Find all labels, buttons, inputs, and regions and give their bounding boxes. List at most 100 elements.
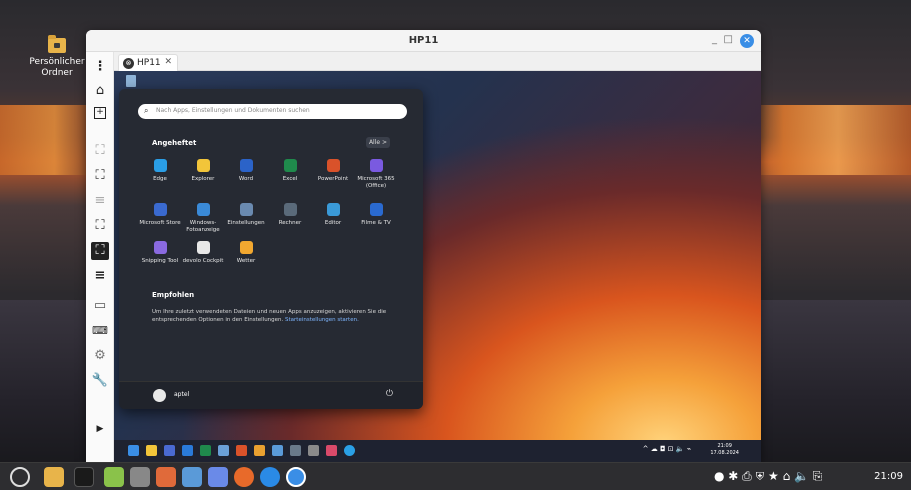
app-icon [153,203,167,216]
window-icon[interactable]: + [94,107,106,119]
window-titlebar[interactable]: HP11 _ □ ✕ [86,30,761,52]
app-tile[interactable]: Editor [310,203,356,227]
edge-icon[interactable] [260,467,280,487]
app-tile[interactable]: Edge [137,159,183,183]
calculator-icon[interactable] [290,445,301,456]
notes-icon[interactable] [104,467,124,487]
photos-icon[interactable] [308,445,319,456]
search-input[interactable]: ⌕ Nach Apps, Einstellungen und Dokumente… [138,104,407,119]
mail-icon[interactable] [164,445,175,456]
app-label: Microsoft 365 (Office) [357,176,395,189]
app-tile[interactable]: Einstellungen [223,203,269,227]
host-tray-icons[interactable]: ● ✱ ⎙ ⛨ ★ ⌂ 🔈 ⎘ [714,469,822,484]
app-tile[interactable]: Word [223,159,269,183]
active-fit-icon[interactable]: ⛶ [91,242,109,260]
app-label: Word [238,176,254,182]
maximize-button[interactable]: □ [724,34,733,45]
all-apps-button[interactable]: Alle > [366,137,390,148]
wrench-icon[interactable]: 🔧 [91,372,109,390]
app-icon [196,203,210,216]
powerpoint-icon[interactable] [236,445,247,456]
search-icon: ⌕ [144,106,149,115]
fullscreen-icon[interactable]: ⛶ [91,167,109,185]
maps-icon[interactable] [272,445,283,456]
store-icon[interactable] [326,445,337,456]
keyboard-icon[interactable]: ⌨ [91,322,109,340]
screenshot-icon[interactable] [182,467,202,487]
search-placeholder: Nach Apps, Einstellungen und Dokumenten … [156,107,310,114]
app-icon [153,159,167,172]
home-icon[interactable]: ⌂ [91,82,109,100]
user-name[interactable]: aptel [174,391,189,398]
app-icon[interactable] [130,467,150,487]
app-tile[interactable]: Snipping Tool [137,241,183,265]
tab-hp11[interactable]: ⊗ HP11 ✕ [118,54,178,71]
tab-label: HP11 [137,58,161,68]
avatar[interactable] [153,389,166,402]
app-icon [369,203,383,216]
excel-icon[interactable] [200,445,211,456]
app-label: Editor [324,220,342,226]
terminal-icon[interactable] [74,467,94,487]
app-tile[interactable]: Windows-Fotoanzeige [180,203,226,234]
fit-icon[interactable]: ⛶ [91,217,109,235]
app-tile[interactable]: Excel [267,159,313,183]
start-settings-link[interactable]: Starteinstellungen starten. [285,317,359,323]
folder-icon [48,35,66,53]
more-icon[interactable]: ⋮ [91,58,109,76]
remote-desktop[interactable]: ⌕ Nach Apps, Einstellungen und Dokumente… [114,71,761,462]
word-icon[interactable] [182,445,193,456]
start-footer: aptel ⏻ [119,381,423,409]
app-label: Microsoft Store [139,220,181,226]
power-icon[interactable]: ⏻ [386,389,393,399]
app-tile[interactable]: Microsoft 365 (Office) [353,159,399,190]
tab-close-icon[interactable]: ✕ [164,57,172,67]
app-tile[interactable]: PowerPoint [310,159,356,183]
screenshot-icon[interactable]: ⛶ [91,142,109,160]
minimize-button[interactable]: _ [712,34,717,45]
vlc-icon[interactable] [254,445,265,456]
tab-bar: ⊗ HP11 ✕ [114,52,761,71]
host-taskbar: ● ✱ ⎙ ⛨ ★ ⌂ 🔈 ⎘ 21:09 [0,462,911,490]
app-tile[interactable]: Wetter [223,241,269,265]
app-icon [283,159,297,172]
app-icon [153,241,167,254]
windows-start-icon[interactable] [128,445,139,456]
desktop-home-folder[interactable]: Persönlicher Ordner [28,35,86,79]
app-tile[interactable]: Microsoft Store [137,203,183,227]
files-icon[interactable] [44,467,64,487]
app-icon[interactable] [218,445,229,456]
remote-clock[interactable]: 21:09 17.08.2024 [710,443,739,457]
host-clock[interactable]: 21:09 [874,471,903,482]
multiwindow-icon[interactable]: ▭ [91,297,109,315]
app-tile[interactable]: Explorer [180,159,226,183]
media-icon[interactable] [234,467,254,487]
list-icon[interactable]: ≡ [91,192,109,210]
expand-icon[interactable]: ▶ [91,420,109,438]
app-tile[interactable]: devolo Cockpit [180,241,226,265]
close-button[interactable]: ✕ [740,34,754,48]
recycle-bin-icon[interactable] [126,75,136,87]
remote-viewer-icon[interactable] [286,467,306,487]
settings-icon[interactable]: ⚙ [91,347,109,365]
firefox-icon[interactable] [156,467,176,487]
start-menu: ⌕ Nach Apps, Einstellungen und Dokumente… [119,89,423,409]
app-icon [369,159,383,172]
app-label: Excel [282,176,298,182]
desktop-icon-label: Persönlicher Ordner [29,57,85,78]
menu-icon[interactable]: ≡ [91,267,109,285]
image-viewer-icon[interactable] [208,467,228,487]
menu-icon[interactable] [10,467,30,487]
app-tile[interactable]: Rechner [267,203,313,227]
app-label: Filme & TV [361,220,391,226]
edge-icon[interactable] [344,445,355,456]
app-icon [239,159,253,172]
app-label: Einstellungen [227,220,265,226]
app-label: Explorer [191,176,215,182]
remote-taskbar: ^ ☁ ◘ ⊡ 🔈 ⌁ 21:09 17.08.2024 [114,440,761,462]
remote-tray-icons[interactable]: ^ ☁ ◘ ⊡ 🔈 ⌁ [643,445,691,453]
explorer-icon[interactable] [146,445,157,456]
app-label: PowerPoint [317,176,349,182]
app-tile[interactable]: Filme & TV [353,203,399,227]
app-icon [283,203,297,216]
